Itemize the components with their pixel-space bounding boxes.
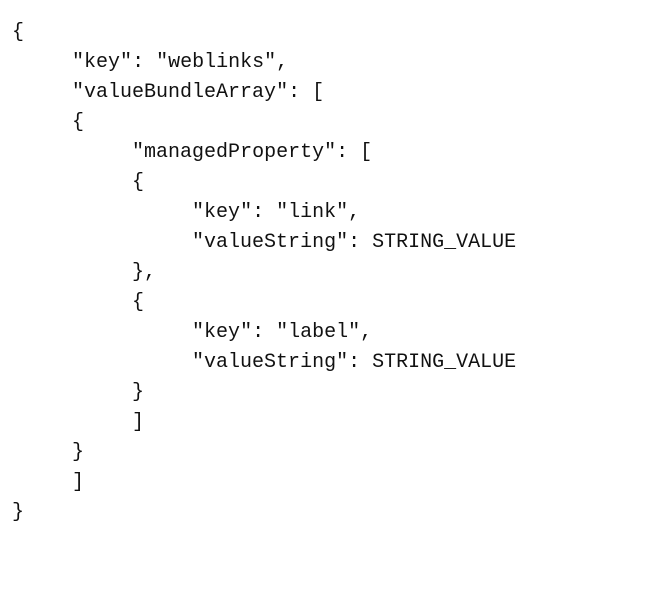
indent — [12, 321, 192, 344]
indent — [12, 231, 192, 254]
dq: " — [72, 51, 84, 74]
brace-open: { — [72, 111, 84, 134]
json-key: valueBundleArray — [84, 81, 276, 104]
json-key: valueString — [204, 231, 336, 254]
comma: , — [348, 201, 360, 224]
json-value: label — [288, 321, 348, 344]
colon: : — [348, 351, 372, 374]
brace-close: } — [72, 441, 84, 464]
json-key: valueString — [204, 351, 336, 374]
dq: " — [240, 321, 252, 344]
indent — [12, 441, 72, 464]
dq: " — [72, 81, 84, 104]
dq: " — [120, 51, 132, 74]
dq: " — [276, 201, 288, 224]
brace-close: } — [12, 501, 24, 524]
dq: " — [276, 321, 288, 344]
indent — [12, 291, 132, 314]
indent — [12, 51, 72, 74]
indent — [12, 81, 72, 104]
dq: " — [336, 201, 348, 224]
dq: " — [192, 351, 204, 374]
dq: " — [336, 231, 348, 254]
json-value: link — [288, 201, 336, 224]
bracket-close: ] — [132, 411, 144, 434]
code-block: { "key": "weblinks", "valueBundleArray":… — [0, 0, 659, 546]
comma: , — [360, 321, 372, 344]
indent — [12, 171, 132, 194]
comma: , — [276, 51, 288, 74]
dq: " — [348, 321, 360, 344]
bracket-close: ] — [72, 471, 84, 494]
dq: " — [264, 51, 276, 74]
dq: " — [240, 201, 252, 224]
brace-open: { — [12, 21, 24, 44]
json-key: key — [204, 321, 240, 344]
indent — [12, 381, 132, 404]
colon: : — [288, 81, 312, 104]
dq: " — [192, 321, 204, 344]
dq: " — [324, 141, 336, 164]
colon: : — [336, 141, 360, 164]
json-value: STRING_VALUE — [372, 231, 516, 254]
json-key: key — [204, 201, 240, 224]
colon: : — [348, 231, 372, 254]
colon: : — [252, 321, 276, 344]
json-value: weblinks — [168, 51, 264, 74]
dq: " — [192, 231, 204, 254]
json-key: managedProperty — [144, 141, 324, 164]
comma: , — [144, 261, 156, 284]
dq: " — [276, 81, 288, 104]
json-key: key — [84, 51, 120, 74]
bracket-open: [ — [360, 141, 372, 164]
json-value: STRING_VALUE — [372, 351, 516, 374]
indent — [12, 261, 132, 284]
dq: " — [132, 141, 144, 164]
indent — [12, 111, 72, 134]
bracket-open: [ — [312, 81, 324, 104]
indent — [12, 141, 132, 164]
dq: " — [156, 51, 168, 74]
brace-close: } — [132, 381, 144, 404]
colon: : — [252, 201, 276, 224]
indent — [12, 351, 192, 374]
brace-close: } — [132, 261, 144, 284]
dq: " — [336, 351, 348, 374]
colon: : — [132, 51, 156, 74]
dq: " — [192, 201, 204, 224]
brace-open: { — [132, 291, 144, 314]
indent — [12, 471, 72, 494]
indent — [12, 411, 132, 434]
indent — [12, 201, 192, 224]
brace-open: { — [132, 171, 144, 194]
